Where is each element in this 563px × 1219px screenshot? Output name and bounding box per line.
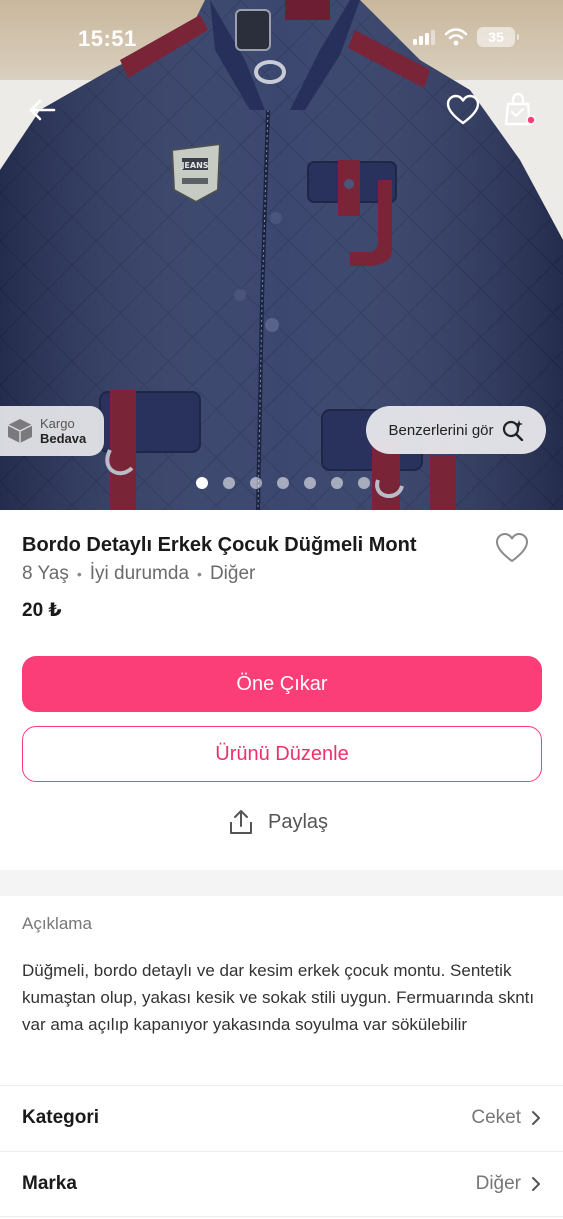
- carousel-dot[interactable]: [277, 477, 289, 489]
- product-title: Bordo Detaylı Erkek Çocuk Düğmeli Mont: [22, 534, 417, 556]
- brand-label: Diğer: [209, 563, 256, 584]
- cart-notification-dot: [526, 115, 536, 125]
- carousel-dot[interactable]: [358, 477, 370, 489]
- chevron-right-icon: [532, 1177, 540, 1191]
- chevron-right-icon: [532, 1111, 540, 1125]
- shopping-bag-icon[interactable]: [502, 92, 538, 128]
- detail-row-brand[interactable]: Marka Diğer: [0, 1152, 563, 1216]
- category-label: Kategori: [22, 1107, 100, 1128]
- battery-icon: 35: [477, 27, 519, 47]
- badge-text: JEANS: [180, 161, 208, 170]
- carousel-dot[interactable]: [304, 477, 316, 489]
- brand-row-value: Diğer: [475, 1173, 521, 1194]
- product-meta: 8 Yaş • İyi durumda • Diğer: [22, 563, 255, 585]
- carousel-pagination[interactable]: [196, 477, 370, 489]
- promote-button[interactable]: Öne Çıkar: [22, 656, 542, 712]
- product-price: 20 ₺: [22, 600, 62, 621]
- status-time: 15:51: [78, 26, 137, 51]
- see-similar-label: Benzerlerini gör: [388, 421, 494, 439]
- carousel-dot[interactable]: [196, 477, 208, 489]
- condition-label: İyi durumda: [89, 563, 190, 584]
- description-text: Düğmeli, bordo detaylı ve dar kesim erke…: [22, 961, 535, 1034]
- brand-row-label: Marka: [22, 1173, 77, 1194]
- row-divider: [0, 1216, 563, 1217]
- share-icon: [230, 810, 252, 834]
- share-button[interactable]: Paylaş: [228, 808, 328, 836]
- description-heading: Açıklama: [22, 914, 92, 933]
- detail-row-category[interactable]: Kategori Ceket: [0, 1086, 563, 1150]
- kargo-label: Kargo: [40, 416, 75, 431]
- bedava-label: Bedava: [40, 431, 87, 446]
- size-label: 8 Yaş: [22, 563, 69, 584]
- back-arrow-icon[interactable]: [26, 94, 58, 126]
- meta-separator: •: [76, 566, 82, 582]
- carousel-dot[interactable]: [250, 477, 262, 489]
- favorite-heart-icon[interactable]: [446, 94, 480, 126]
- carousel-dot[interactable]: [331, 477, 343, 489]
- wifi-icon: [444, 28, 468, 46]
- meta-separator: •: [197, 566, 202, 582]
- product-photo-carousel[interactable]: JEANS 15:51 35 Kargo Bedava Benzerlerini…: [0, 0, 563, 510]
- status-bar: 15:51 35: [0, 0, 563, 60]
- cellular-signal-icon: [413, 29, 435, 45]
- sparkle-search-icon: [502, 420, 523, 441]
- share-label: Paylaş: [268, 810, 329, 833]
- package-icon: [7, 419, 33, 443]
- carousel-dot[interactable]: [223, 477, 235, 489]
- battery-level: 35: [488, 29, 504, 45]
- status-icons: 35: [413, 27, 519, 47]
- category-value: Ceket: [471, 1107, 521, 1128]
- edit-product-button[interactable]: Ürünü Düzenle: [22, 726, 542, 782]
- section-divider: [0, 870, 563, 896]
- free-shipping-badge: Kargo Bedava: [0, 406, 104, 456]
- favorite-heart-icon[interactable]: [495, 532, 529, 564]
- see-similar-button[interactable]: Benzerlerini gör: [366, 406, 546, 454]
